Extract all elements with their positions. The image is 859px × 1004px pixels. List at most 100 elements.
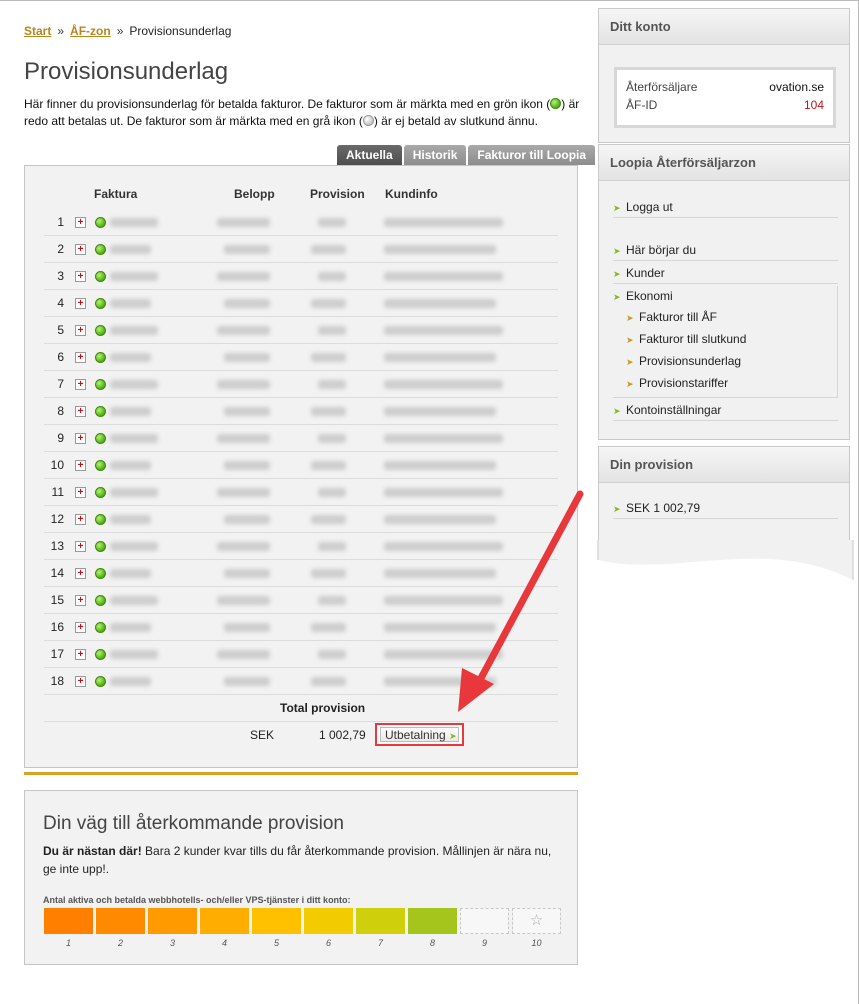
row-number: 3 — [57, 269, 64, 283]
table-row: 5 + — [44, 317, 558, 344]
total-provision-value: 1 002,79 — [319, 728, 366, 742]
row-number: 11 — [51, 485, 64, 499]
sidebar-item-start-here[interactable]: ➤ Här börjar du — [613, 239, 838, 261]
table-row: 3 + — [44, 263, 558, 290]
sidebar-item-economy[interactable]: ➤ Ekonomi — [613, 285, 838, 307]
sidebar-subitem-label: Provisionstariffer — [639, 376, 729, 390]
redacted-cell — [311, 461, 346, 470]
progress-segment-label: 9 — [481, 938, 487, 948]
progress-segment-label: 5 — [273, 938, 279, 948]
total-provision-label: Total provision — [280, 701, 366, 715]
progress-segment-label: 4 — [221, 938, 227, 948]
redacted-cell — [110, 299, 151, 308]
expand-plus-icon[interactable]: + — [75, 595, 86, 606]
tab-fakturor-till-loopia[interactable]: Fakturor till Loopia — [468, 145, 596, 165]
expand-plus-icon[interactable]: + — [75, 379, 86, 390]
expand-plus-icon[interactable]: + — [75, 568, 86, 579]
green-status-icon — [95, 568, 106, 579]
sidebar-subitem-invoices-to-af[interactable]: ➤ Fakturor till ÅF — [626, 306, 826, 328]
redacted-cell — [110, 488, 158, 497]
redacted-cell — [318, 488, 346, 497]
green-status-icon — [95, 352, 106, 363]
sidebar-subitem-commission-tariffs[interactable]: ➤ Provisionstariffer — [626, 372, 826, 394]
expand-plus-icon[interactable]: + — [75, 487, 86, 498]
expand-plus-icon[interactable]: + — [75, 460, 86, 471]
expand-plus-icon[interactable]: + — [75, 244, 86, 255]
arrow-right-icon: ➤ — [613, 203, 621, 213]
expand-plus-icon[interactable]: + — [75, 271, 86, 282]
arrow-right-icon: ➤ — [626, 313, 634, 323]
redacted-cell — [318, 596, 346, 605]
af-id-value: 104 — [803, 98, 824, 112]
redacted-cell — [217, 380, 270, 389]
divider — [44, 721, 558, 722]
table-row: 12 + — [44, 506, 558, 533]
expand-plus-icon[interactable]: + — [75, 514, 86, 525]
progress-lead-bold: Du är nästan där! — [43, 844, 142, 858]
redacted-cell — [384, 569, 496, 578]
row-number: 6 — [57, 350, 64, 364]
arrow-right-icon: ➤ — [626, 379, 634, 389]
redacted-cell — [217, 596, 270, 605]
intro-text: Här finner du provisionsunderlag för bet… — [24, 96, 584, 130]
redacted-cell — [311, 299, 346, 308]
redacted-cell — [224, 569, 270, 578]
redacted-cell — [384, 407, 496, 416]
expand-plus-icon[interactable]: + — [75, 649, 86, 660]
expand-plus-icon[interactable]: + — [75, 217, 86, 228]
green-status-icon — [95, 649, 106, 660]
expand-plus-icon[interactable]: + — [75, 676, 86, 687]
expand-plus-icon[interactable]: + — [75, 352, 86, 363]
table-row: 16 + — [44, 614, 558, 641]
redacted-cell — [217, 218, 270, 227]
sidebar-item-account-settings[interactable]: ➤ Kontoinställningar — [613, 399, 838, 421]
column-header-kundinfo: Kundinfo — [385, 187, 438, 201]
progress-segment-label: 10 — [531, 938, 542, 948]
reseller-zone-heading: Loopia Återförsäljarzon — [599, 145, 849, 181]
sidebar-item-logout[interactable]: ➤ Logga ut — [613, 196, 838, 218]
expand-plus-icon[interactable]: + — [75, 622, 86, 633]
expand-plus-icon[interactable]: + — [75, 541, 86, 552]
redacted-cell — [110, 569, 151, 578]
column-header-belopp: Belopp — [234, 187, 275, 201]
commission-box: Din provision — [598, 446, 850, 546]
green-status-icon — [95, 244, 106, 255]
green-status-icon — [95, 460, 106, 471]
redacted-cell — [318, 218, 346, 227]
sidebar-item-commission-value[interactable]: ➤ SEK 1 002,79 — [613, 497, 838, 519]
table-row: 8 + — [44, 398, 558, 425]
payout-highlight: Utbetalning ➤ — [375, 723, 464, 746]
progress-segment-filled — [356, 908, 405, 934]
progress-segment-label: 8 — [429, 938, 435, 948]
green-status-icon — [95, 595, 106, 606]
row-number: 1 — [57, 215, 64, 229]
row-number: 7 — [57, 377, 64, 391]
row-number: 17 — [50, 647, 64, 661]
breadcrumb-start-link[interactable]: Start — [24, 24, 51, 38]
expand-plus-icon[interactable]: + — [75, 298, 86, 309]
redacted-cell — [217, 434, 270, 443]
tab-historik[interactable]: Historik — [403, 145, 467, 165]
expand-plus-icon[interactable]: + — [75, 325, 86, 336]
sidebar-item-customers[interactable]: ➤ Kunder — [613, 262, 838, 284]
redacted-cell — [110, 407, 151, 416]
sidebar-subitem-commission-basis[interactable]: ➤ Provisionsunderlag — [626, 350, 826, 372]
breadcrumb-zone-link[interactable]: ÅF-zon — [70, 24, 111, 38]
sidebar-subitem-invoices-to-customer[interactable]: ➤ Fakturor till slutkund — [626, 328, 826, 350]
row-number: 14 — [50, 566, 64, 580]
arrow-right-icon: ➤ — [626, 335, 634, 345]
expand-plus-icon[interactable]: + — [75, 433, 86, 444]
page-title: Provisionsunderlag — [24, 58, 229, 85]
arrow-right-icon: ➤ — [449, 731, 457, 741]
tab-aktuella[interactable]: Aktuella — [337, 145, 402, 165]
row-number: 10 — [50, 458, 64, 472]
progress-segment-label: 7 — [377, 938, 383, 948]
redacted-cell — [110, 542, 158, 551]
payout-button[interactable]: Utbetalning ➤ — [380, 727, 459, 742]
table-row: 14 + — [44, 560, 558, 587]
redacted-cell — [217, 542, 270, 551]
expand-plus-icon[interactable]: + — [75, 406, 86, 417]
green-status-icon — [95, 433, 106, 444]
progress-segment-filled — [96, 908, 145, 934]
table-row: 1 + — [44, 209, 558, 236]
